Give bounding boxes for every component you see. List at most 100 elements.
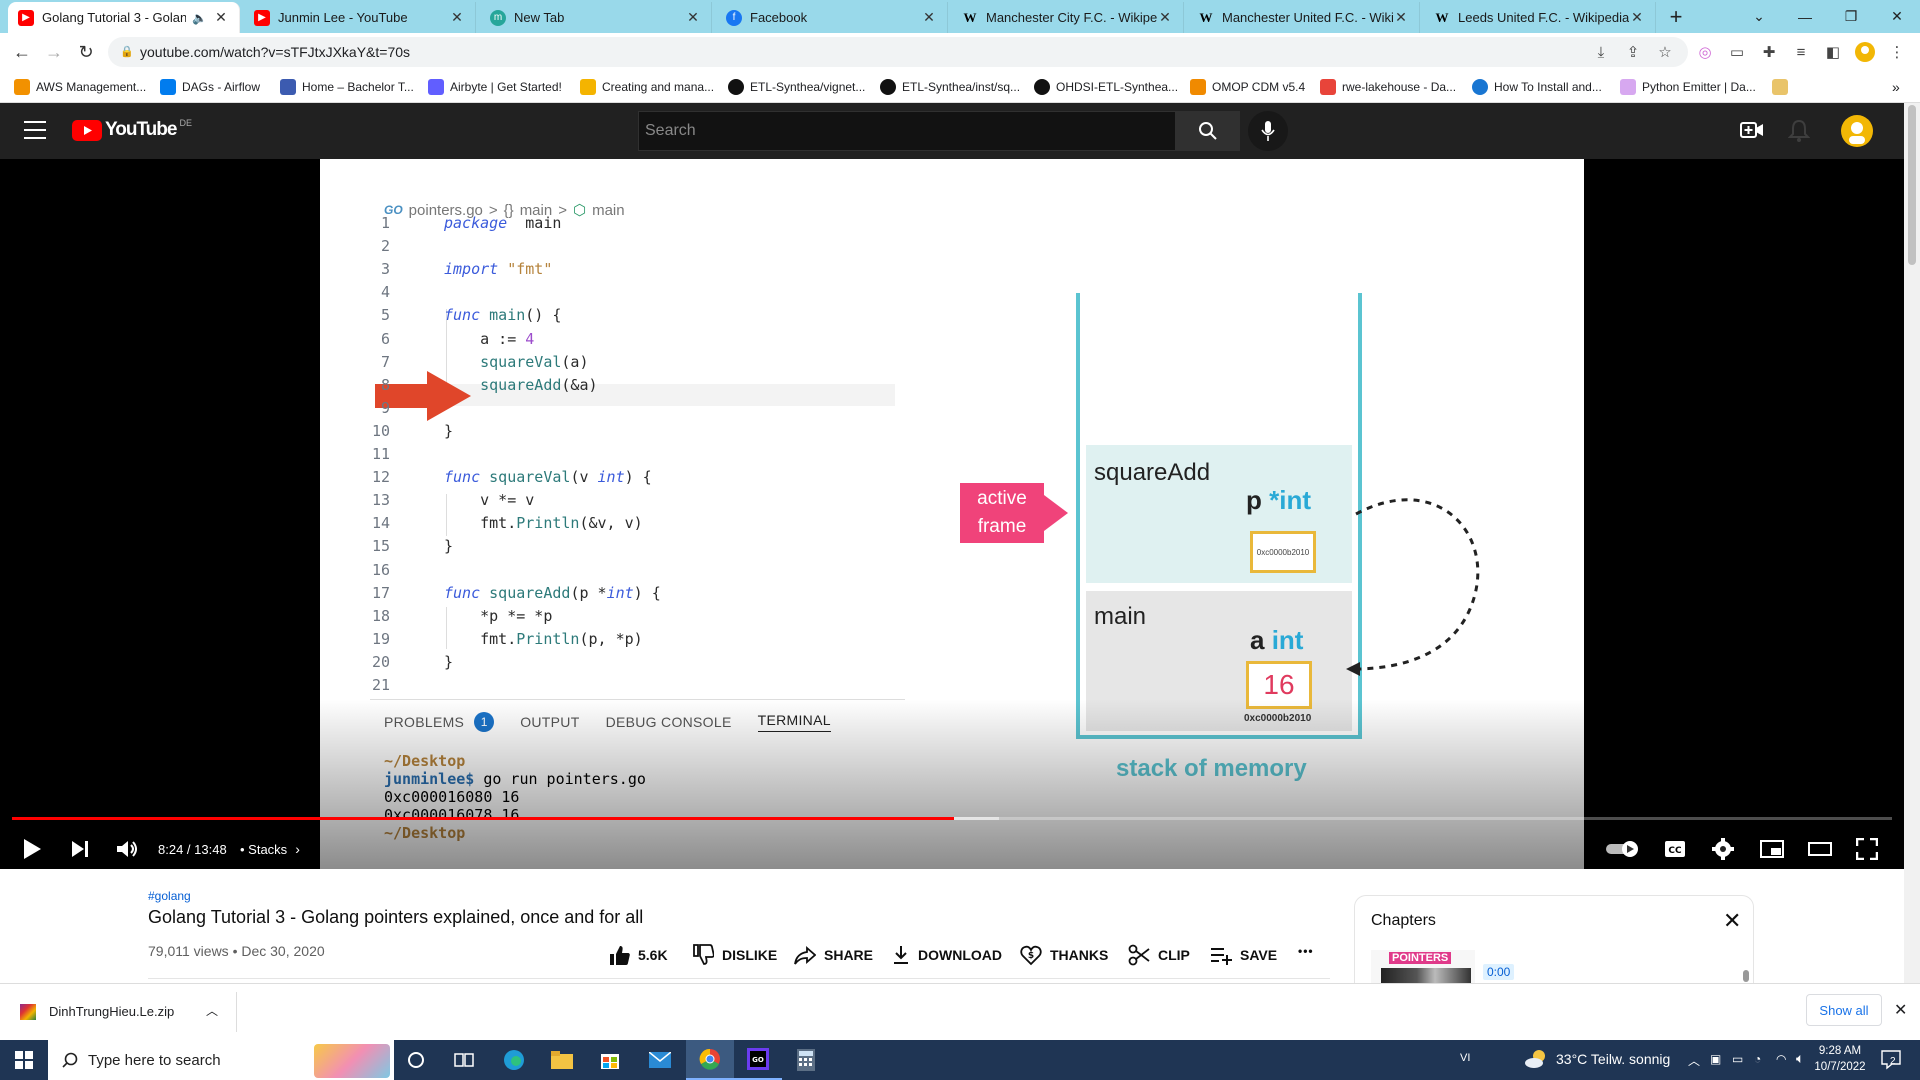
extension-circle-icon[interactable]: ◎ bbox=[1694, 41, 1716, 63]
back-icon[interactable]: ← bbox=[8, 38, 36, 66]
close-tab-icon[interactable]: ✕ bbox=[685, 9, 701, 26]
tab-man-united[interactable]: W Manchester United F.C. - Wikipe ✕ bbox=[1188, 2, 1420, 33]
device-icon[interactable]: ▣ bbox=[1710, 1052, 1721, 1066]
battery-icon[interactable]: ▭ bbox=[1732, 1052, 1743, 1066]
miniplayer-button[interactable] bbox=[1760, 831, 1784, 867]
bookmark-star-icon[interactable]: ☆ bbox=[1654, 41, 1676, 63]
search-input[interactable]: Search bbox=[638, 111, 1176, 151]
extra-bookmark-item[interactable] bbox=[1772, 77, 1794, 97]
tab-new-tab[interactable]: m New Tab ✕ bbox=[480, 2, 712, 33]
mail-icon[interactable] bbox=[636, 1040, 684, 1080]
new-tab-button[interactable]: + bbox=[1662, 2, 1690, 32]
close-tab-icon[interactable]: ✕ bbox=[921, 9, 937, 26]
bookmark-item[interactable]: DAGs - Airflow bbox=[160, 77, 260, 97]
settings-button[interactable] bbox=[1712, 831, 1734, 867]
close-icon[interactable]: ✕ bbox=[1894, 1000, 1907, 1020]
like-button[interactable]: 5.6K bbox=[608, 944, 668, 966]
download-button[interactable]: DOWNLOAD bbox=[892, 944, 1002, 966]
volume-button[interactable] bbox=[116, 831, 140, 867]
install-app-icon[interactable]: ⤓ bbox=[1590, 41, 1612, 63]
tab-leeds-united[interactable]: W Leeds United F.C. - Wikipedia ✕ bbox=[1424, 2, 1656, 33]
chapters-scrollbar[interactable] bbox=[1743, 970, 1749, 982]
page-scrollbar[interactable] bbox=[1904, 103, 1920, 983]
close-tab-icon[interactable]: ✕ bbox=[449, 9, 465, 26]
start-button[interactable] bbox=[0, 1040, 48, 1080]
youtube-logo[interactable]: YouTube DE bbox=[72, 118, 192, 141]
bookmark-item[interactable]: Home – Bachelor T... bbox=[280, 77, 414, 97]
goland-icon[interactable]: GO bbox=[734, 1040, 782, 1080]
close-tab-icon[interactable]: ✕ bbox=[1157, 9, 1173, 26]
notifications-bell-icon[interactable] bbox=[1787, 119, 1811, 148]
close-window-icon[interactable]: ✕ bbox=[1874, 0, 1920, 33]
bookmark-item[interactable]: Creating and mana... bbox=[580, 77, 714, 97]
chevron-up-icon[interactable]: ︿ bbox=[206, 1002, 218, 1019]
voice-search-button[interactable] bbox=[1248, 111, 1288, 151]
weather-widget[interactable]: 33°C Teilw. sonnig bbox=[1524, 1048, 1670, 1070]
tab-man-city[interactable]: W Manchester City F.C. - Wikipedia ✕ bbox=[952, 2, 1184, 33]
autoplay-toggle[interactable] bbox=[1606, 831, 1642, 867]
meet-now-icon[interactable]: ◔ bbox=[1754, 1052, 1761, 1066]
show-hidden-icons-chevron[interactable]: ︿ bbox=[1688, 1052, 1700, 1069]
next-button[interactable] bbox=[70, 831, 90, 867]
task-view-icon[interactable] bbox=[440, 1040, 488, 1080]
extension-window-icon[interactable]: ▭ bbox=[1726, 41, 1748, 63]
hashtag-link[interactable]: #golang bbox=[148, 889, 191, 903]
reload-icon[interactable]: ↻ bbox=[72, 38, 100, 66]
subtitles-button[interactable]: CC bbox=[1664, 831, 1686, 867]
theater-mode-button[interactable] bbox=[1808, 831, 1832, 867]
bookmark-item[interactable]: OHDSI-ETL-Synthea... bbox=[1034, 77, 1178, 97]
more-actions-button[interactable]: ••• bbox=[1298, 944, 1314, 958]
taskbar-search-box[interactable]: Type here to search bbox=[48, 1040, 394, 1080]
address-bar[interactable]: 🔒 youtube.com/watch?v=sTFJtxJXkaY&t=70s bbox=[108, 37, 1688, 67]
tab-junmin-lee[interactable]: ▶ Junmin Lee - YouTube ✕ bbox=[244, 2, 476, 33]
share-button[interactable]: SHARE bbox=[794, 944, 873, 966]
dislike-button[interactable]: DISLIKE bbox=[692, 944, 777, 966]
menu-kebab-icon[interactable]: ⋮ bbox=[1886, 41, 1908, 63]
side-panel-icon[interactable]: ◧ bbox=[1822, 41, 1844, 63]
chapter-timestamp[interactable]: 0:00 bbox=[1483, 964, 1515, 980]
video-player[interactable]: GO pointers.go > {} main > ⬡ main PROBLE… bbox=[0, 159, 1904, 869]
notification-center-icon[interactable]: 2 bbox=[1880, 1048, 1902, 1070]
speaker-icon[interactable]: 🔈 bbox=[192, 11, 207, 25]
bookmark-item[interactable]: Airbyte | Get Started! bbox=[428, 77, 562, 97]
hamburger-menu-icon[interactable] bbox=[24, 121, 46, 139]
fullscreen-button[interactable] bbox=[1856, 831, 1878, 867]
tab-facebook[interactable]: f Facebook ✕ bbox=[716, 2, 948, 33]
bookmark-item[interactable]: Python Emitter | Da... bbox=[1620, 77, 1756, 97]
bookmark-item[interactable]: rwe-lakehouse - Da... bbox=[1320, 77, 1456, 97]
create-video-icon[interactable] bbox=[1740, 119, 1764, 146]
search-button[interactable] bbox=[1176, 111, 1240, 151]
chapter-button[interactable]: • Stacks › bbox=[240, 831, 300, 867]
tab-search-chevron-icon[interactable]: ⌄ bbox=[1736, 0, 1782, 33]
microsoft-store-icon[interactable] bbox=[586, 1040, 634, 1080]
speaker-icon[interactable]: 🔈︎ bbox=[1796, 1050, 1804, 1067]
bookmark-item[interactable]: How To Install and... bbox=[1472, 77, 1602, 97]
close-tab-icon[interactable]: ✕ bbox=[1629, 9, 1645, 26]
play-button[interactable] bbox=[22, 831, 42, 867]
forward-icon[interactable]: → bbox=[40, 38, 68, 66]
minimize-icon[interactable]: — bbox=[1782, 0, 1828, 33]
close-icon[interactable]: ✕ bbox=[1723, 908, 1741, 934]
download-filename[interactable]: DinhTrungHieu.Le.zip bbox=[49, 1004, 174, 1019]
close-tab-icon[interactable]: ✕ bbox=[213, 9, 229, 26]
tab-golang-tutorial[interactable]: ▶ Golang Tutorial 3 - Golang p 🔈 ✕ bbox=[8, 2, 240, 33]
clip-button[interactable]: CLIP bbox=[1128, 944, 1190, 966]
chrome-icon[interactable] bbox=[686, 1040, 734, 1080]
input-language[interactable]: VI bbox=[1460, 1052, 1470, 1064]
calculator-icon[interactable] bbox=[782, 1040, 830, 1080]
bookmark-item[interactable]: ETL-Synthea/inst/sq... bbox=[880, 77, 1020, 97]
media-control-icon[interactable]: ≡ bbox=[1790, 41, 1812, 63]
account-avatar[interactable] bbox=[1841, 115, 1873, 152]
bookmarks-overflow-button[interactable]: » bbox=[1892, 77, 1900, 97]
system-clock[interactable]: 9:28 AM 10/7/2022 bbox=[1808, 1043, 1872, 1075]
profile-avatar-icon[interactable] bbox=[1854, 41, 1876, 63]
restore-icon[interactable]: ❐ bbox=[1828, 0, 1874, 33]
wifi-icon[interactable]: ◠ bbox=[1776, 1052, 1786, 1066]
chapter-thumbnail[interactable]: POINTERS bbox=[1371, 950, 1475, 984]
bookmark-item[interactable]: AWS Management... bbox=[14, 77, 146, 97]
share-icon[interactable]: ⇪ bbox=[1622, 41, 1644, 63]
bookmark-item[interactable]: ETL-Synthea/vignet... bbox=[728, 77, 865, 97]
edge-icon[interactable] bbox=[490, 1040, 538, 1080]
bookmark-item[interactable]: OMOP CDM v5.4 bbox=[1190, 77, 1305, 97]
cortana-icon[interactable] bbox=[392, 1040, 440, 1080]
